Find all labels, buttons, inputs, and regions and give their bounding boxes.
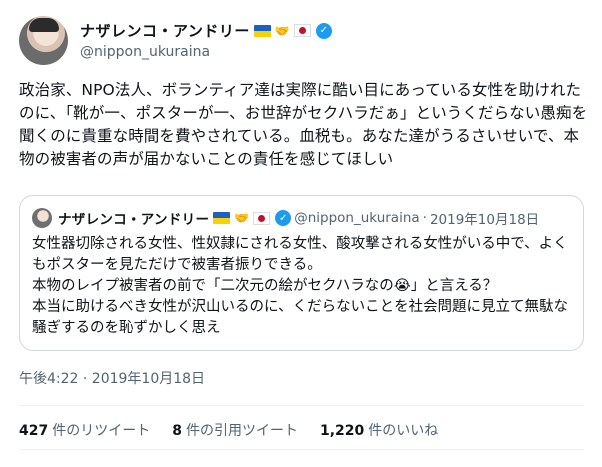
handshake-icon: 🤝 xyxy=(274,23,290,38)
verified-badge-icon: ✓ xyxy=(315,22,332,39)
quotes-stat[interactable]: 8 件の引用ツイート xyxy=(172,420,298,440)
tweet-text: 政治家、NPO法人、ボランティア達は実際に酷い目にあっている女性を助けれたのに、… xyxy=(19,81,588,168)
ukraine-flag-icon xyxy=(213,212,231,224)
tweet: ナザレンコ・アンドリー 🤝 ✓ @nippon_ukuraina 政治家、NPO… xyxy=(0,0,602,467)
quotes-count: 8 xyxy=(172,423,182,439)
handshake-icon: 🤝 xyxy=(234,211,250,225)
tweet-timestamp[interactable]: 午後4:22 · 2019年10月18日 xyxy=(19,368,205,388)
quoted-text: 女性器切除される女性、性奴隷にされる女性、酸攻撃される女性がいる中で、よくもポス… xyxy=(32,236,569,336)
retweets-label: 件のリツイート xyxy=(52,423,151,439)
quoted-display-name: ナザレンコ・アンドリー xyxy=(58,212,210,228)
retweets-stat[interactable]: 427 件のリツイート xyxy=(19,420,150,440)
quoted-handle: @nippon_ukuraina xyxy=(294,210,420,226)
quoted-avatar xyxy=(32,208,52,228)
author-display-name[interactable]: ナザレンコ・アンドリー xyxy=(80,20,250,41)
retweets-count: 427 xyxy=(19,423,49,439)
quoted-tweet-card[interactable]: ナザレンコ・アンドリー 🤝 ✓ @nippon_ukuraina · 2019年… xyxy=(19,195,584,351)
japan-flag-icon xyxy=(293,24,311,37)
verified-badge-icon: ✓ xyxy=(275,210,292,226)
engagement-stats: 427 件のリツイート 8 件の引用ツイート 1,220 件のいいね xyxy=(19,420,438,440)
quoted-header: ナザレンコ・アンドリー 🤝 ✓ @nippon_ukuraina · 2019年… xyxy=(58,208,539,228)
ukraine-flag-icon xyxy=(253,24,271,37)
likes-count: 1,220 xyxy=(319,423,365,439)
author-handle[interactable]: @nippon_ukuraina xyxy=(80,44,210,60)
divider xyxy=(19,405,584,406)
quotes-label: 件の引用ツイート xyxy=(185,423,298,439)
author-name-row: ナザレンコ・アンドリー 🤝 ✓ xyxy=(80,20,332,41)
quoted-date: 2019年10月18日 xyxy=(429,212,540,228)
quoted-separator: · xyxy=(422,210,427,226)
likes-label: 件のいいね xyxy=(368,423,439,439)
japan-flag-icon xyxy=(253,211,271,225)
divider xyxy=(19,449,584,450)
likes-stat[interactable]: 1,220 件のいいね xyxy=(320,420,438,440)
avatar[interactable] xyxy=(19,16,68,65)
